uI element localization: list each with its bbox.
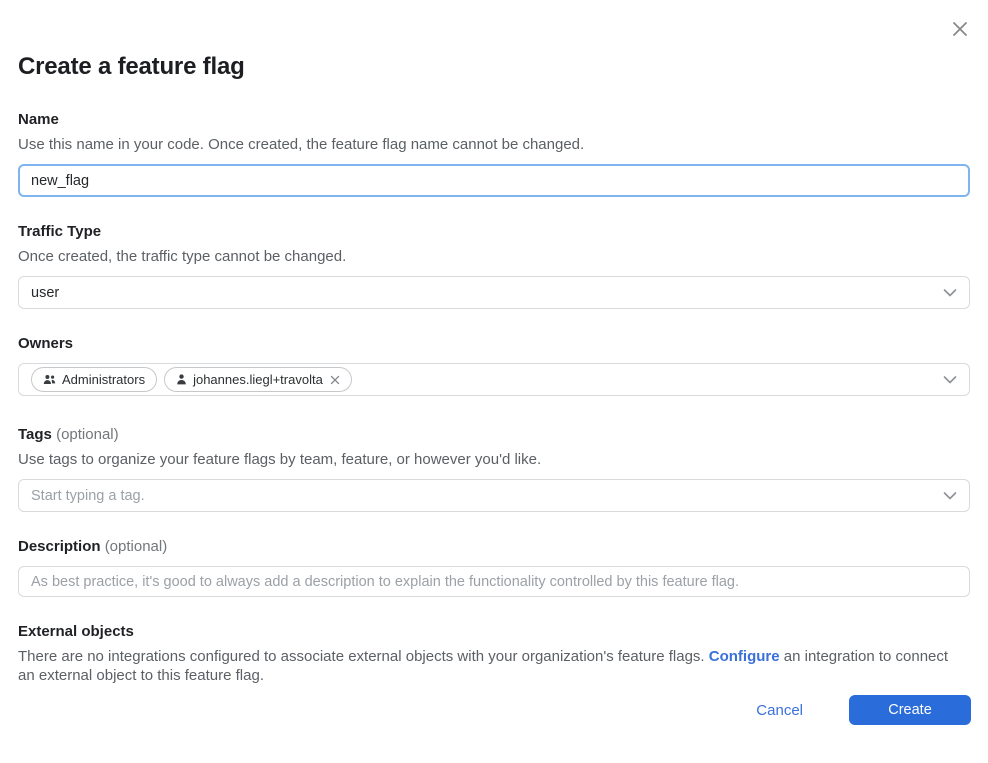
traffic-type-label: Traffic Type xyxy=(18,222,970,241)
modal-footer: Cancel Create xyxy=(756,695,971,725)
description-input[interactable] xyxy=(18,566,970,597)
page-title: Create a feature flag xyxy=(18,0,970,82)
tags-optional-suffix: (optional) xyxy=(56,426,119,443)
tags-input[interactable]: Start typing a tag. xyxy=(18,479,970,512)
close-icon xyxy=(949,18,971,40)
owner-chip-administrators[interactable]: Administrators xyxy=(31,367,157,392)
external-objects-section: External objects There are no integratio… xyxy=(18,622,970,685)
description-label: Description (optional) xyxy=(18,537,970,556)
traffic-type-value: user xyxy=(31,285,59,301)
group-icon xyxy=(43,374,56,385)
external-objects-label: External objects xyxy=(18,622,970,641)
person-icon xyxy=(176,374,187,385)
description-field-group: Description (optional) xyxy=(18,537,970,597)
owners-chips: Administrators johannes.liegl+travolta xyxy=(31,367,352,392)
chevron-down-icon xyxy=(943,288,957,297)
tags-field-group: Tags (optional) Use tags to organize you… xyxy=(18,425,970,512)
configure-link[interactable]: Configure xyxy=(709,648,780,665)
traffic-type-helper: Once created, the traffic type cannot be… xyxy=(18,247,970,266)
owners-field-group: Owners Administrators johannes.liegl+tra… xyxy=(18,334,970,396)
tags-label-text: Tags xyxy=(18,426,52,443)
chevron-down-icon xyxy=(943,491,957,500)
traffic-type-field-group: Traffic Type Once created, the traffic t… xyxy=(18,222,970,309)
create-button[interactable]: Create xyxy=(849,695,971,725)
owners-field[interactable]: Administrators johannes.liegl+travolta xyxy=(18,363,970,396)
owner-chip-label: Administrators xyxy=(62,372,145,387)
tags-label: Tags (optional) xyxy=(18,425,970,444)
remove-chip-icon[interactable] xyxy=(330,375,340,385)
external-objects-text-before: There are no integrations configured to … xyxy=(18,648,709,665)
name-label: Name xyxy=(18,110,970,129)
external-objects-text: There are no integrations configured to … xyxy=(18,648,968,685)
name-field-group: Name Use this name in your code. Once cr… xyxy=(18,110,970,197)
tags-placeholder: Start typing a tag. xyxy=(31,488,145,504)
name-helper: Use this name in your code. Once created… xyxy=(18,135,970,154)
description-label-text: Description xyxy=(18,538,101,555)
cancel-button[interactable]: Cancel xyxy=(756,702,803,719)
owner-chip-johannes[interactable]: johannes.liegl+travolta xyxy=(164,367,352,392)
owners-label: Owners xyxy=(18,334,970,353)
chevron-down-icon xyxy=(943,375,957,384)
create-feature-flag-modal: Create a feature flag Name Use this name… xyxy=(0,0,988,763)
name-input[interactable] xyxy=(18,164,970,197)
traffic-type-select[interactable]: user xyxy=(18,276,970,309)
description-optional-suffix: (optional) xyxy=(105,538,168,555)
owner-chip-label: johannes.liegl+travolta xyxy=(193,372,323,387)
tags-helper: Use tags to organize your feature flags … xyxy=(18,450,970,469)
close-button[interactable] xyxy=(947,16,973,42)
